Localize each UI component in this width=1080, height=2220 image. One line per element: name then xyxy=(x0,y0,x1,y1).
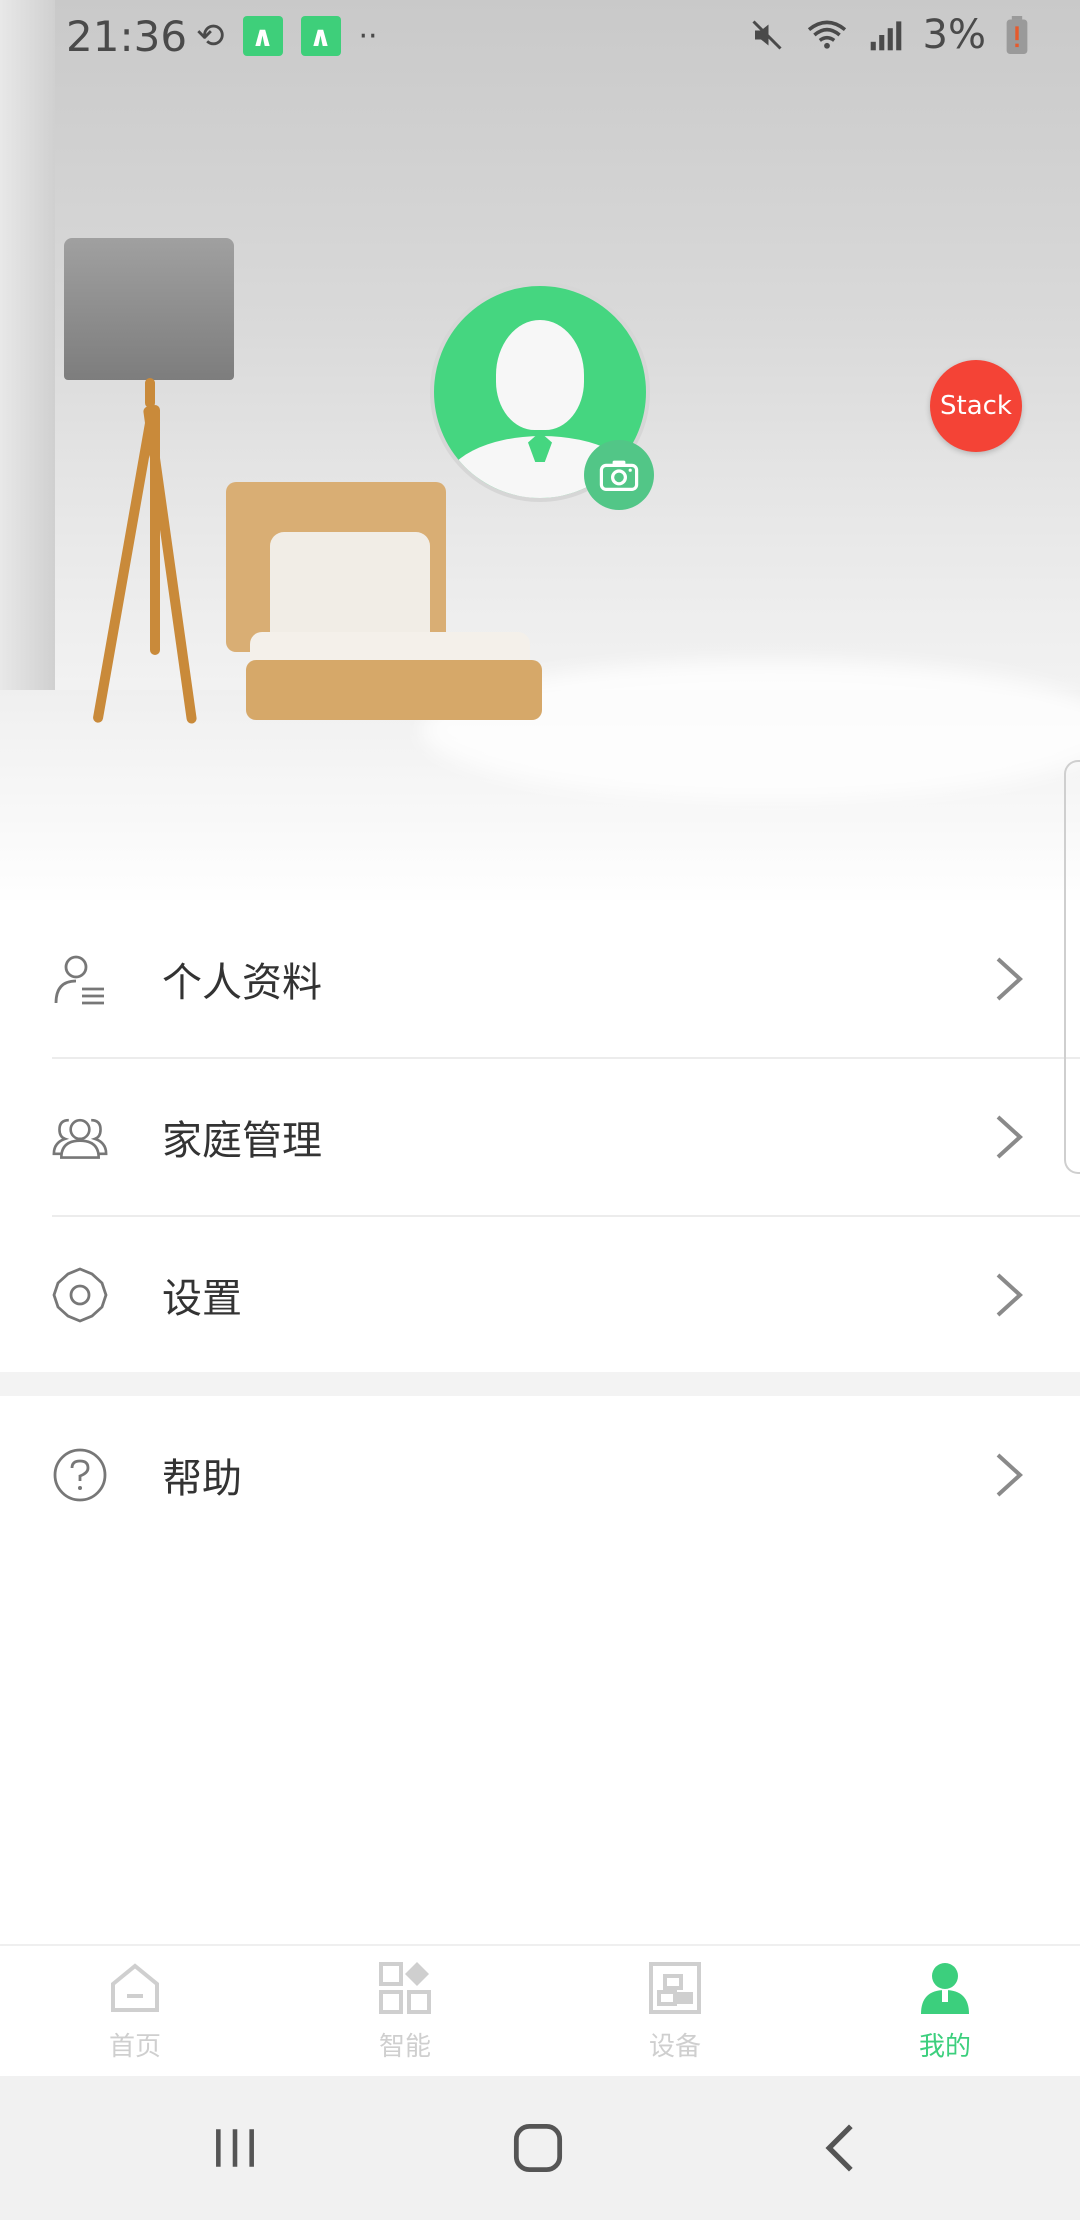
app-a-icon: ∧ xyxy=(242,16,283,56)
recent-apps-icon[interactable] xyxy=(210,2122,260,2174)
wifi-icon xyxy=(807,20,846,49)
lamp-stem xyxy=(145,378,155,408)
signal-icon xyxy=(870,21,901,51)
chevron-right-icon xyxy=(996,1453,1023,1497)
battery-low-icon xyxy=(1006,16,1028,54)
tab-smart[interactable]: 智能 xyxy=(270,1946,540,2076)
camera-button[interactable] xyxy=(584,440,654,510)
back-icon[interactable] xyxy=(820,2122,860,2174)
lamp-shade xyxy=(64,238,234,380)
edge-panel-handle[interactable] xyxy=(1064,760,1080,1174)
status-left-icons: ⟲ ∧ ∧ ·· xyxy=(196,16,378,56)
mute-icon xyxy=(751,20,782,50)
menu-item-label: 设置 xyxy=(162,1276,242,1322)
menu-item-label: 帮助 xyxy=(162,1456,242,1502)
more-dots-icon: ·· xyxy=(358,18,378,54)
gear-icon xyxy=(52,1267,108,1323)
bottom-tab-bar: 首页 智能 设备 我的 xyxy=(0,1944,1080,2076)
tab-device[interactable]: 设备 xyxy=(540,1946,810,2076)
smart-icon xyxy=(379,1962,431,2014)
home-button-icon[interactable] xyxy=(512,2122,564,2174)
help-icon xyxy=(53,1448,107,1502)
menu-item-profile[interactable]: 个人资料 xyxy=(0,900,1080,1058)
chevron-right-icon xyxy=(996,1115,1023,1159)
tab-home[interactable]: 首页 xyxy=(0,1946,270,2076)
tab-label: 设备 xyxy=(648,2032,701,2062)
profile-list-icon xyxy=(54,955,104,1005)
menu-item-label: 个人资料 xyxy=(162,960,322,1006)
tab-label: 首页 xyxy=(108,2032,161,2062)
system-nav-bar xyxy=(0,2076,1080,2220)
menu-item-help[interactable]: 帮助 xyxy=(0,1396,1080,1554)
menu-item-family[interactable]: 家庭管理 xyxy=(0,1058,1080,1216)
chair-frame xyxy=(246,660,542,720)
device-icon xyxy=(649,1962,701,2014)
status-right: 3% xyxy=(749,12,1028,58)
tab-label: 我的 xyxy=(918,2032,971,2062)
chevron-right-icon xyxy=(996,1273,1023,1317)
chevron-right-icon xyxy=(996,957,1023,1001)
lamp-leg xyxy=(150,405,160,655)
wall-edge xyxy=(0,0,55,720)
camera-icon xyxy=(599,460,639,491)
menu-item-settings[interactable]: 设置 xyxy=(0,1216,1080,1374)
section-gap xyxy=(0,1372,1080,1396)
home-icon xyxy=(111,1963,159,2012)
default-avatar-icon xyxy=(496,320,584,430)
tab-mine[interactable]: 我的 xyxy=(810,1946,1080,2076)
battery-percent: 3% xyxy=(922,12,986,58)
person-icon xyxy=(921,1963,969,2014)
family-icon xyxy=(52,1118,108,1159)
lamp-leg xyxy=(92,406,158,724)
sync-icon: ⟲ xyxy=(196,16,225,56)
tab-label: 智能 xyxy=(378,2032,431,2062)
stack-badge[interactable]: Stack xyxy=(930,360,1022,452)
menu-item-label: 家庭管理 xyxy=(162,1118,322,1164)
status-time: 21:36 xyxy=(66,12,188,61)
status-bar: 21:36 ⟲ ∧ ∧ ·· 3% xyxy=(0,0,1080,72)
app-a-icon: ∧ xyxy=(300,16,341,56)
